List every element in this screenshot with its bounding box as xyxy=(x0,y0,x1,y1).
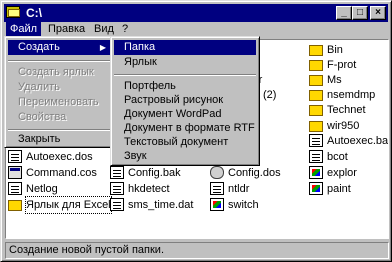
document-icon xyxy=(8,182,22,195)
menu-separator xyxy=(8,129,110,131)
document-icon xyxy=(309,134,323,147)
submenu-item-wordpad[interactable]: Документ WordPad xyxy=(114,107,256,122)
status-bar: Создание новой пустой папки. xyxy=(5,242,389,259)
menu-help[interactable]: ? xyxy=(118,22,132,37)
folder-icon xyxy=(309,90,323,101)
application-icon xyxy=(210,198,224,211)
document-icon xyxy=(8,150,22,163)
menu-separator xyxy=(8,60,110,62)
submenu-item-bitmap[interactable]: Растровый рисунок xyxy=(114,93,256,108)
submenu-item-rtf[interactable]: Документ в формате RTF xyxy=(114,121,256,136)
submenu-item-sound[interactable]: Звук xyxy=(114,149,256,164)
document-icon xyxy=(110,198,124,211)
application-icon xyxy=(309,182,323,195)
executable-icon xyxy=(8,166,22,179)
minimize-button[interactable]: _ xyxy=(336,6,352,20)
gear-icon xyxy=(210,166,224,179)
title-bar[interactable]: C:\ _ □ × xyxy=(4,4,388,22)
menu-separator xyxy=(114,74,256,76)
shortcut-icon xyxy=(8,200,22,211)
menu-view[interactable]: Вид xyxy=(90,22,118,37)
folder-icon xyxy=(309,60,323,71)
menu-item-rename[interactable]: Переименовать xyxy=(8,95,110,110)
document-icon xyxy=(210,182,224,195)
maximize-button[interactable]: □ xyxy=(352,6,368,20)
menu-item-close[interactable]: Закрыть xyxy=(8,132,110,147)
menu-file[interactable]: Файл xyxy=(6,22,42,37)
menu-item-create-shortcut[interactable]: Создать ярлык xyxy=(8,65,110,80)
submenu-item-folder[interactable]: Папка xyxy=(114,40,256,55)
menu-edit[interactable]: Правка xyxy=(44,22,89,37)
folder-icon xyxy=(309,75,323,86)
document-icon xyxy=(309,150,323,163)
document-icon xyxy=(110,182,124,195)
chevron-right-icon: ▶ xyxy=(99,43,106,52)
close-button[interactable]: × xyxy=(370,6,386,20)
folder-icon xyxy=(309,121,323,132)
folder-icon xyxy=(309,45,323,56)
submenu-item-text[interactable]: Текстовый документ xyxy=(114,135,256,150)
menu-item-create[interactable]: Создать ▶ xyxy=(8,40,110,55)
menu-item-properties[interactable]: Свойства xyxy=(8,110,110,125)
submenu-item-shortcut[interactable]: Ярлык xyxy=(114,55,256,70)
create-submenu: Папка Ярлык Портфель Растровый рисунок Д… xyxy=(110,36,260,166)
window-title: C:\ xyxy=(26,6,42,20)
menu-item-delete[interactable]: Удалить xyxy=(8,80,110,95)
application-icon xyxy=(309,166,323,179)
folder-icon xyxy=(309,105,323,116)
file-menu: Создать ▶ Создать ярлык Удалить Переимен… xyxy=(4,36,114,148)
folder-icon xyxy=(6,6,20,18)
document-icon xyxy=(110,166,124,179)
submenu-item-briefcase[interactable]: Портфель xyxy=(114,79,256,94)
